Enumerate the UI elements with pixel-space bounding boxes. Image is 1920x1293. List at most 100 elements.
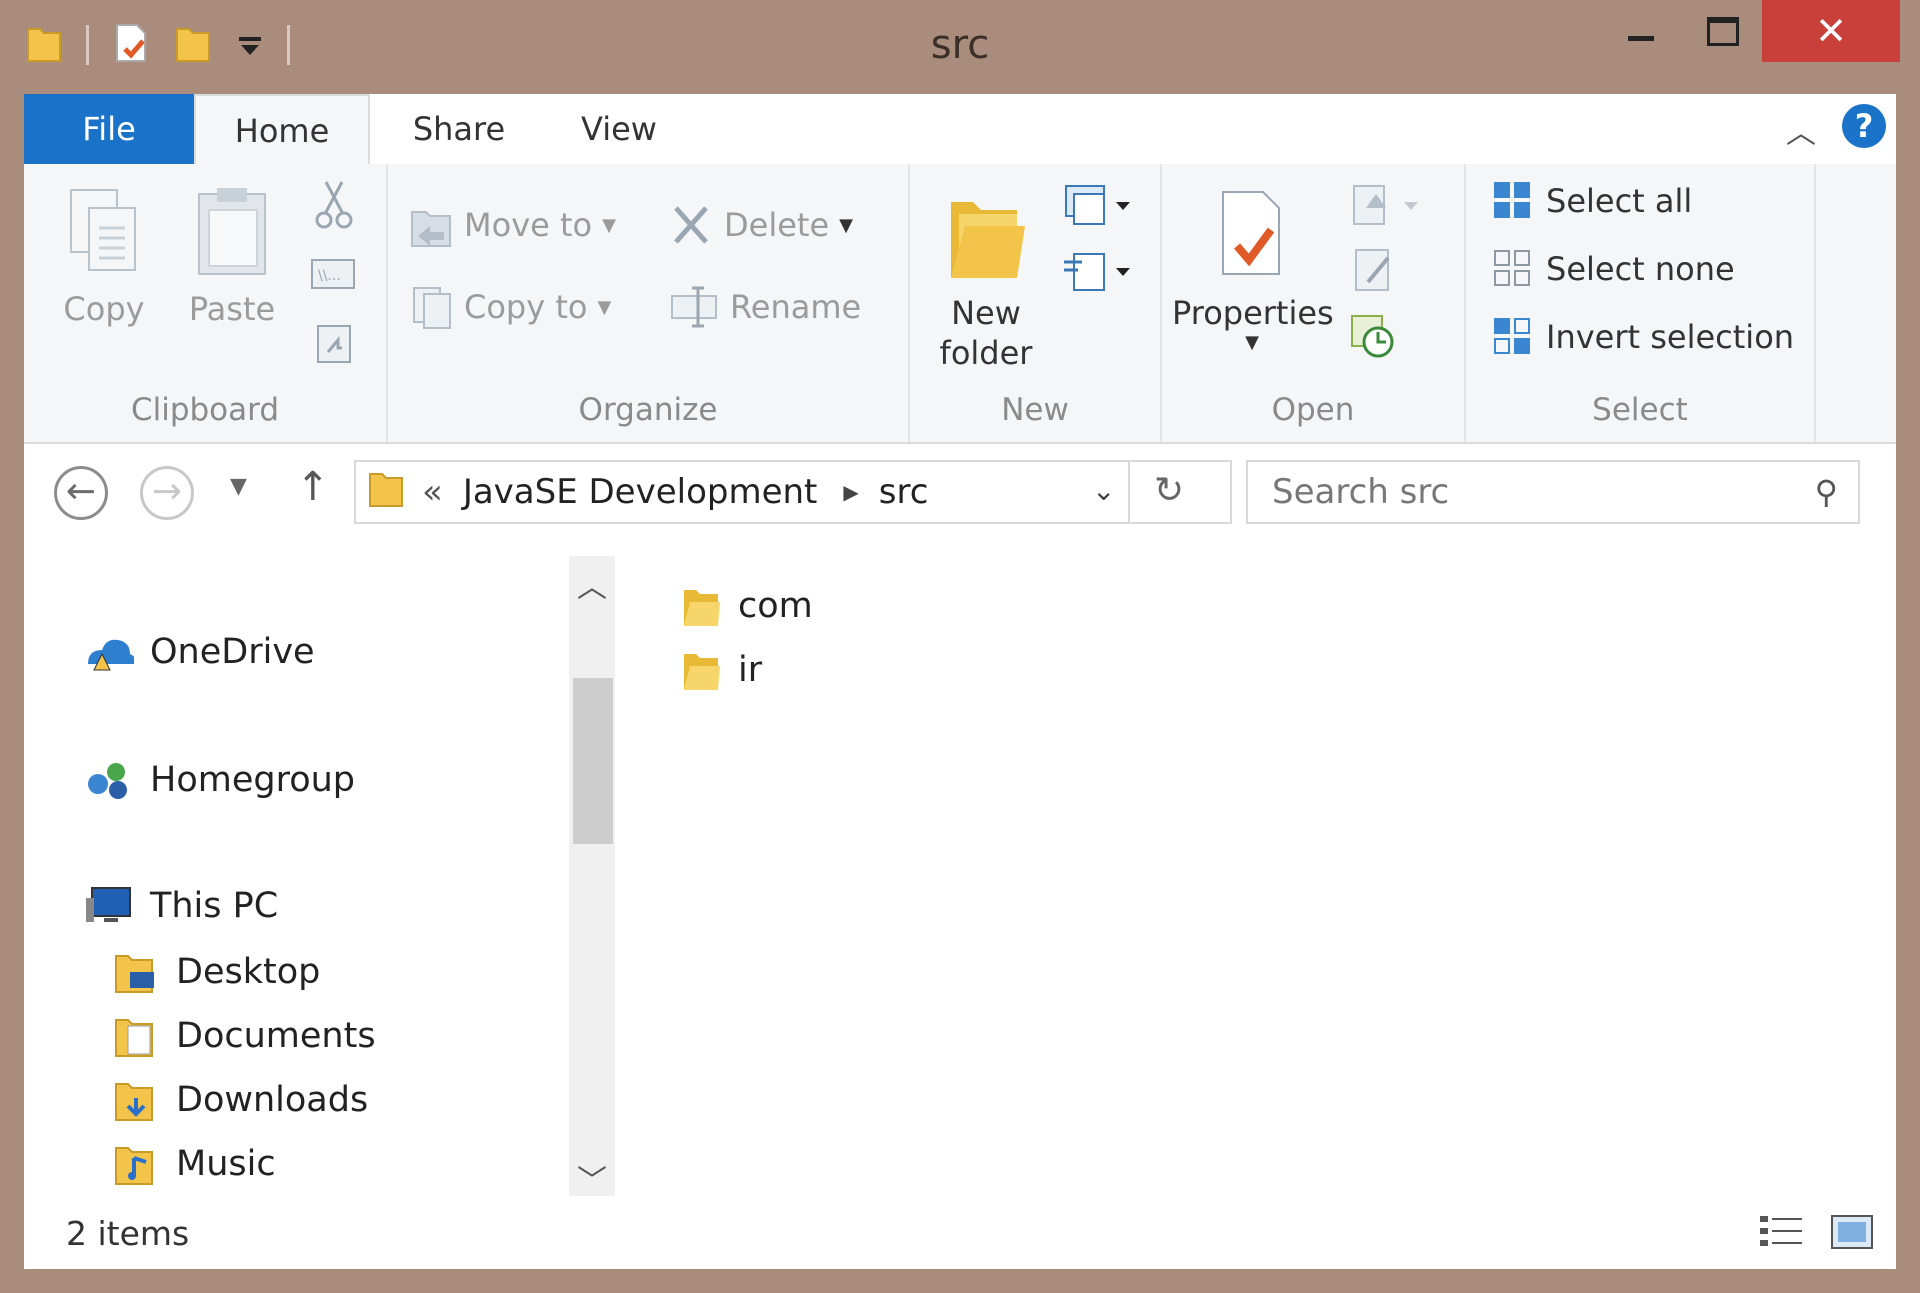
delete-button[interactable]: Delete ▼ (668, 200, 853, 250)
move-to-label: Move to (464, 206, 593, 244)
file-list: com ir (624, 544, 1896, 1184)
open-icon (1353, 185, 1418, 225)
breadcrumb-chevron-icon[interactable]: ▶ (843, 480, 858, 504)
chevron-down-icon: ▼ (597, 296, 612, 318)
rename-icon (671, 286, 717, 328)
large-icons-view-icon[interactable] (1830, 1212, 1874, 1252)
scissors-icon (315, 181, 353, 229)
select-all-button[interactable]: Select all (1490, 178, 1692, 224)
nav-item-label: Downloads (176, 1080, 369, 1120)
search-box[interactable]: Search src ⚲ (1246, 460, 1860, 524)
open-button[interactable] (1348, 178, 1422, 232)
svg-text:\\...: \\... (318, 268, 341, 284)
chevron-down-icon: ▼ (839, 214, 853, 236)
scroll-down-icon[interactable]: ﹀ (569, 1156, 615, 1200)
select-none-icon (1494, 250, 1530, 286)
rename-button[interactable]: Rename (668, 282, 861, 332)
overflow-breadcrumb[interactable]: « (422, 472, 443, 512)
nav-item-documents[interactable]: Documents (112, 1012, 376, 1060)
close-button[interactable]: ✕ (1762, 0, 1900, 62)
search-icon[interactable]: ⚲ (1815, 462, 1838, 522)
scroll-up-icon[interactable]: ︿ (569, 562, 615, 606)
search-input[interactable]: Search src (1272, 472, 1449, 512)
nav-item-this-pc[interactable]: This PC (82, 884, 278, 928)
edit-button[interactable] (1348, 244, 1402, 298)
scroll-thumb[interactable] (573, 678, 613, 844)
chevron-down-icon: ▼ (602, 214, 616, 236)
select-all-icon (1494, 182, 1530, 218)
documents-folder-icon (115, 1019, 153, 1057)
nav-item-desktop[interactable]: Desktop (112, 948, 320, 996)
clipboard-group-label: Clipboard (130, 392, 280, 428)
new-item-button[interactable] (1060, 178, 1134, 232)
select-all-label: Select all (1546, 182, 1693, 220)
select-none-button[interactable]: Select none (1490, 246, 1735, 292)
nav-pane-scrollbar[interactable]: ︿ ﹀ (569, 556, 615, 1199)
new-item-icon (1065, 185, 1130, 225)
select-none-label: Select none (1546, 250, 1735, 288)
new-folder-button[interactable]: New folder (916, 184, 1056, 373)
copy-to-icon (413, 287, 451, 329)
folder-icon (684, 654, 720, 690)
item-count: 2 items (66, 1214, 190, 1253)
copy-path-button[interactable]: \\... (308, 254, 358, 294)
nav-item-onedrive[interactable]: OneDrive (82, 630, 315, 674)
nav-item-label: Desktop (176, 952, 321, 992)
tab-home[interactable]: Home (194, 94, 370, 166)
explorer-client: File Home Share View ︿ ? Copy Paste \\..… (24, 94, 1896, 1269)
refresh-icon[interactable]: ↻ (1154, 470, 1184, 511)
new-folder-label-line2: folder (939, 334, 1033, 372)
move-to-button[interactable]: Move to ▼ (408, 200, 616, 250)
nav-item-downloads[interactable]: Downloads (112, 1076, 368, 1124)
maximize-button[interactable] (1684, 0, 1762, 62)
clipboard-group: Copy Paste \\... Clipboard (24, 164, 388, 442)
breadcrumb-javase-development[interactable]: JavaSE Development (463, 472, 818, 512)
list-item[interactable]: com (680, 582, 813, 630)
list-item[interactable]: ir (680, 646, 762, 694)
copy-button[interactable]: Copy (44, 184, 164, 329)
tab-file[interactable]: File (24, 94, 194, 164)
nav-item-music[interactable]: Music (112, 1140, 276, 1188)
onedrive-icon (88, 639, 134, 671)
help-icon[interactable]: ? (1842, 104, 1886, 148)
copy-icon (70, 189, 136, 271)
invert-selection-icon (1494, 318, 1530, 354)
copy-path-icon: \\... (311, 259, 355, 289)
breadcrumb-src[interactable]: src (879, 472, 929, 512)
tab-view[interactable]: View (564, 94, 674, 164)
recent-locations-icon[interactable]: ▼ (230, 474, 247, 499)
properties-button[interactable]: Properties ▼ (1172, 184, 1334, 353)
chevron-down-icon: ▼ (1245, 332, 1259, 353)
copy-to-button[interactable]: Copy to ▼ (408, 282, 611, 332)
up-arrow-icon[interactable]: ↑ (296, 464, 330, 510)
forward-button[interactable]: → (140, 466, 194, 520)
paste-shortcut-button[interactable] (314, 320, 354, 366)
address-bar[interactable]: « JavaSE Development ▶ src ⌄ ↻ (354, 460, 1232, 524)
details-view-icon[interactable] (1758, 1212, 1806, 1252)
rename-label: Rename (730, 288, 862, 326)
address-divider (1128, 462, 1130, 522)
folder-icon (684, 590, 720, 626)
delete-label: Delete (724, 206, 830, 244)
folder-icon (366, 466, 406, 519)
history-button[interactable] (1348, 310, 1402, 364)
tab-share[interactable]: Share (394, 94, 524, 164)
back-button[interactable]: ← (54, 466, 108, 520)
edit-icon (1355, 249, 1390, 291)
navigation-pane: OneDrive Homegroup This PC Desktop Docum… (24, 544, 615, 1199)
select-group-label: Select (1592, 392, 1688, 428)
paste-shortcut-icon (317, 325, 351, 363)
paste-button[interactable]: Paste (172, 184, 292, 329)
title-bar[interactable]: src ✕ (0, 0, 1920, 94)
organize-group: Move to ▼ Copy to ▼ Delete ▼ Rename Orga… (388, 164, 910, 442)
nav-item-homegroup[interactable]: Homegroup (82, 758, 355, 802)
collapse-ribbon-icon[interactable]: ︿ (1786, 108, 1816, 152)
minimize-icon (1628, 35, 1654, 41)
invert-selection-button[interactable]: Invert selection (1490, 314, 1794, 360)
cut-button[interactable] (314, 178, 354, 230)
computer-icon (86, 887, 131, 922)
minimize-button[interactable] (1598, 0, 1684, 62)
address-dropdown-icon[interactable]: ⌄ (1092, 474, 1115, 507)
desktop-folder-icon (115, 955, 154, 993)
easy-access-button[interactable] (1060, 244, 1134, 298)
